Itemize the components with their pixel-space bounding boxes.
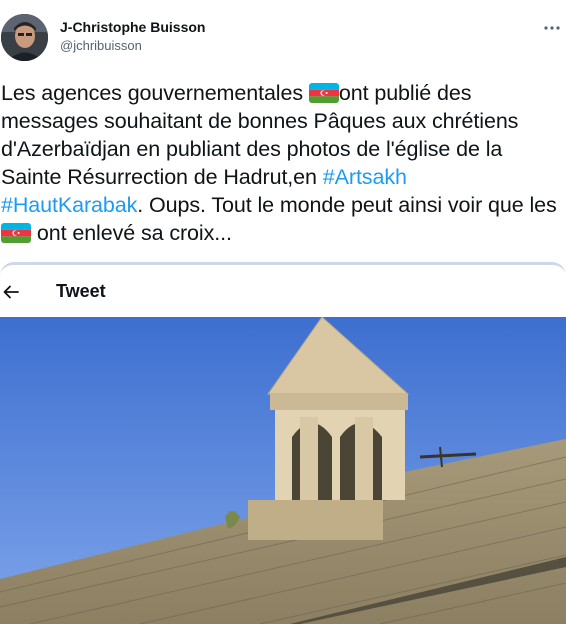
tweet-header: J-Christophe Buisson @jchribuisson [0, 0, 566, 70]
hashtag-hautkarabak[interactable]: #HautKarabak [1, 193, 137, 217]
tweet-text-seg4: ont enlevé sa croix... [31, 221, 232, 245]
embed-title: Tweet [56, 281, 106, 301]
author-handle[interactable]: @jchribuisson [60, 37, 205, 55]
more-dots-icon[interactable] [542, 18, 562, 38]
arrow-left-icon[interactable] [2, 283, 20, 301]
embedded-tweet-card[interactable]: Tweet [0, 262, 566, 624]
author-display-name[interactable]: J-Christophe Buisson [60, 19, 205, 36]
embed-header: Tweet [0, 265, 566, 317]
tweet-text: Les agences gouvernementales ont publié … [1, 79, 561, 247]
azerbaijan-flag-icon [308, 83, 339, 103]
tweet-text-seg1: Les agences gouvernementales [1, 81, 309, 105]
tweet-text-seg3: . Oups. Tout le monde peut ainsi voir qu… [137, 193, 557, 217]
author-block[interactable]: J-Christophe Buisson @jchribuisson [60, 19, 205, 55]
azerbaijan-flag-icon [1, 223, 31, 243]
hashtag-artsakh[interactable]: #Artsakh [323, 165, 407, 189]
church-photo[interactable] [0, 317, 566, 624]
avatar[interactable] [1, 14, 48, 61]
